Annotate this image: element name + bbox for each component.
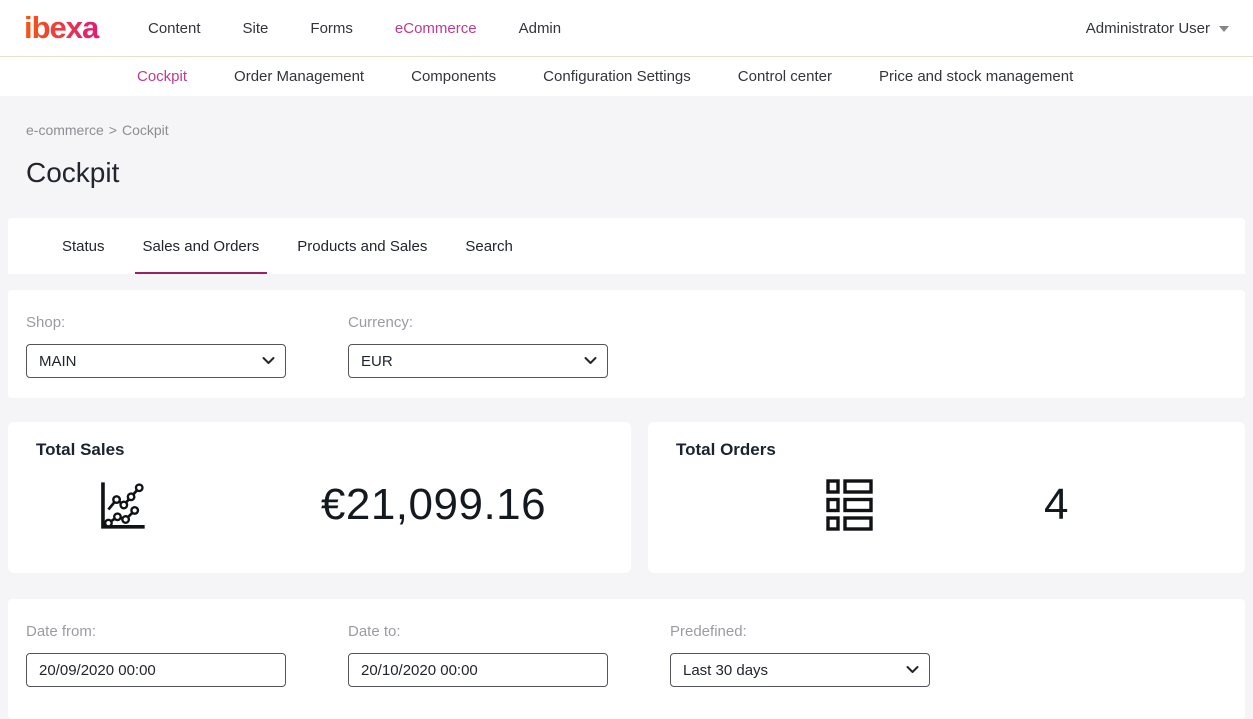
breadcrumb-current: Cockpit <box>122 122 169 138</box>
date-from-input[interactable] <box>26 653 286 687</box>
currency-select[interactable]: EUR <box>348 344 608 378</box>
tab-sales-and-orders[interactable]: Sales and Orders <box>141 218 262 274</box>
svg-text:ibexa: ibexa <box>24 11 100 45</box>
nav-item-admin[interactable]: Admin <box>519 20 562 37</box>
date-from-label: Date from: <box>26 623 286 640</box>
date-filter-panel: Date from: Date to: Predefined: Last 30 … <box>8 599 1245 719</box>
currency-label: Currency: <box>348 314 608 331</box>
breadcrumb-ecommerce[interactable]: e-commerce <box>26 122 104 138</box>
breadcrumb-separator: > <box>109 122 117 138</box>
kpi-cards-row: Total Sales €21,099.16 <box>8 422 1245 573</box>
predefined-label: Predefined: <box>670 623 930 640</box>
top-bar: ibexa Content Site Forms eCommerce Admin… <box>0 0 1253 57</box>
total-orders-card: Total Orders 4 <box>648 422 1245 573</box>
subnav-item-control-center[interactable]: Control center <box>738 68 832 85</box>
date-to-label: Date to: <box>348 623 608 640</box>
date-to-filter: Date to: <box>348 623 608 699</box>
shop-currency-filter-panel: Shop: MAIN Currency: EUR <box>8 290 1245 398</box>
total-sales-title: Total Sales <box>36 440 603 460</box>
user-menu-label: Administrator User <box>1086 20 1210 37</box>
breadcrumb: e-commerce > Cockpit <box>26 122 1253 138</box>
subnav-item-components[interactable]: Components <box>411 68 496 85</box>
tab-products-and-sales[interactable]: Products and Sales <box>295 218 429 274</box>
ibexa-logo-icon: ibexa <box>24 11 108 45</box>
caret-down-icon <box>1219 26 1229 32</box>
nav-item-content[interactable]: Content <box>148 20 201 37</box>
date-to-input[interactable] <box>348 653 608 687</box>
total-sales-value: €21,099.16 <box>321 480 546 530</box>
shop-select[interactable]: MAIN <box>26 344 286 378</box>
shop-filter: Shop: MAIN <box>26 314 286 378</box>
predefined-filter: Predefined: Last 30 days <box>670 623 930 699</box>
predefined-select[interactable]: Last 30 days <box>670 653 930 687</box>
subnav-item-order-management[interactable]: Order Management <box>234 68 364 85</box>
subnav-item-configuration-settings[interactable]: Configuration Settings <box>543 68 691 85</box>
nav-item-ecommerce[interactable]: eCommerce <box>395 20 477 37</box>
subnav-item-cockpit[interactable]: Cockpit <box>137 68 187 85</box>
page-title: Cockpit <box>26 156 1253 190</box>
main-nav: Content Site Forms eCommerce Admin <box>148 20 561 37</box>
cockpit-tabs: Status Sales and Orders Products and Sal… <box>8 218 1245 274</box>
ibexa-logo[interactable]: ibexa <box>24 11 108 45</box>
nav-item-forms[interactable]: Forms <box>310 20 353 37</box>
ecommerce-sub-nav: Cockpit Order Management Components Conf… <box>0 57 1253 96</box>
currency-filter: Currency: EUR <box>348 314 608 378</box>
line-chart-icon <box>93 476 151 534</box>
tab-status[interactable]: Status <box>60 218 107 274</box>
tab-search[interactable]: Search <box>463 218 515 274</box>
subnav-item-price-stock-management[interactable]: Price and stock management <box>879 68 1073 85</box>
total-orders-title: Total Orders <box>676 440 1217 460</box>
shop-label: Shop: <box>26 314 286 331</box>
user-menu[interactable]: Administrator User <box>1086 20 1229 37</box>
total-orders-value: 4 <box>1044 480 1069 530</box>
nav-item-site[interactable]: Site <box>243 20 269 37</box>
date-from-filter: Date from: <box>26 623 286 699</box>
orders-list-icon <box>824 477 874 533</box>
total-sales-card: Total Sales €21,099.16 <box>8 422 631 573</box>
